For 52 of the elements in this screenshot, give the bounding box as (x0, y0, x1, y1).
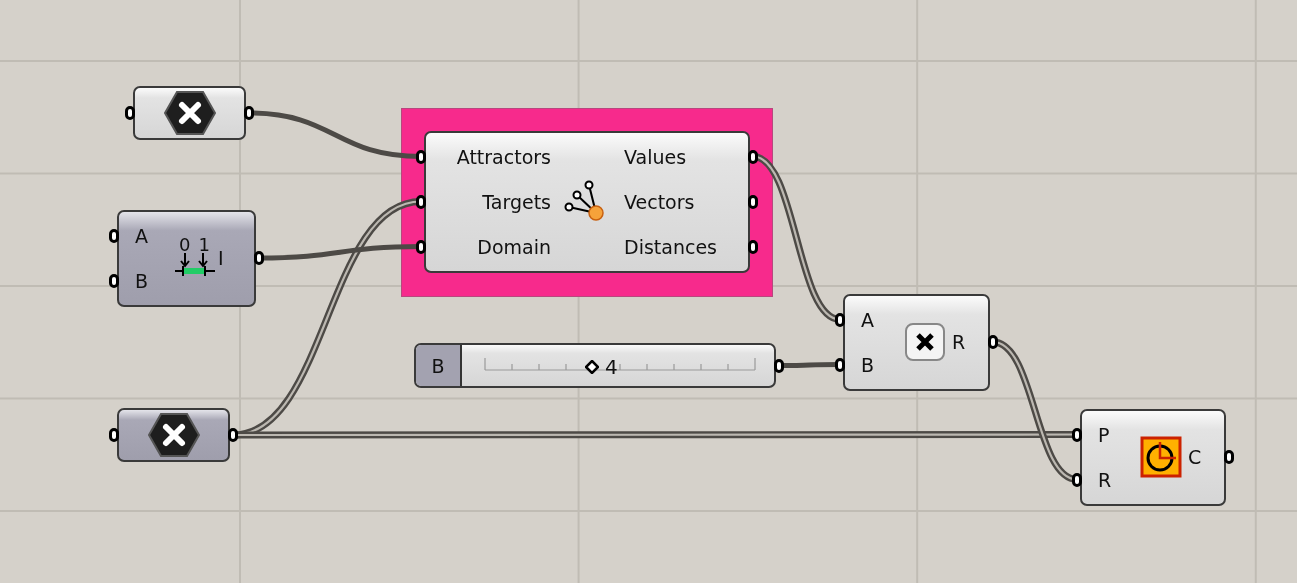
domain-bound-label: 1 (198, 237, 210, 253)
input-label: Targets (482, 190, 551, 213)
input-label: P (1098, 423, 1110, 446)
output-port[interactable] (254, 251, 264, 265)
diamond-icon (585, 360, 599, 374)
input-label: B (135, 269, 149, 292)
slider-track[interactable]: 4 (484, 345, 756, 386)
multiply-icon (902, 322, 947, 362)
domain-bound-label: 0 (179, 237, 191, 253)
output-port[interactable] (1224, 450, 1234, 464)
parameter-node[interactable] (133, 86, 246, 140)
output-port[interactable] (774, 358, 784, 373)
input-port[interactable] (1072, 472, 1082, 487)
component-node[interactable]: Attractors Targets Domain Values Vectors Distances (424, 131, 750, 273)
output-label: R (952, 331, 966, 353)
input-label: B (861, 353, 875, 376)
input-port[interactable] (1072, 427, 1082, 442)
input-label: Attractors (456, 145, 551, 168)
output-port[interactable] (244, 106, 254, 120)
output-port[interactable] (228, 428, 238, 442)
output-label: Vectors (624, 190, 695, 213)
input-label: A (861, 308, 874, 331)
slider-value: 4 (605, 355, 618, 379)
output-label: C (1188, 446, 1202, 468)
input-port[interactable] (416, 194, 426, 209)
component-node[interactable]: A B 0 1 I (117, 210, 256, 307)
component-node[interactable]: P R C (1080, 409, 1226, 506)
output-port[interactable] (125, 106, 135, 120)
output-label: Values (624, 145, 687, 168)
output-port[interactable] (988, 335, 998, 349)
input-port[interactable] (416, 149, 426, 164)
output-port[interactable] (748, 149, 758, 164)
input-label: Domain (477, 235, 551, 258)
component-node[interactable]: A B R (843, 294, 990, 391)
input-label: A (135, 224, 148, 247)
slider-thumb[interactable]: 4 (585, 355, 618, 379)
input-port[interactable] (109, 273, 119, 288)
output-port[interactable] (748, 194, 758, 209)
input-port[interactable] (109, 228, 119, 243)
hexagon-x-icon (162, 89, 217, 137)
output-port[interactable] (748, 239, 758, 254)
output-label: Distances (624, 235, 717, 258)
slider-name-label: B (416, 345, 462, 386)
output-label: I (218, 247, 224, 269)
parameter-node[interactable] (117, 408, 230, 462)
input-label: R (1098, 468, 1112, 491)
number-slider[interactable]: B 4 (414, 343, 776, 388)
input-port[interactable] (835, 357, 845, 372)
output-port[interactable] (109, 428, 119, 442)
input-port[interactable] (416, 239, 426, 254)
input-port[interactable] (835, 312, 845, 327)
hexagon-x-icon (146, 411, 201, 459)
